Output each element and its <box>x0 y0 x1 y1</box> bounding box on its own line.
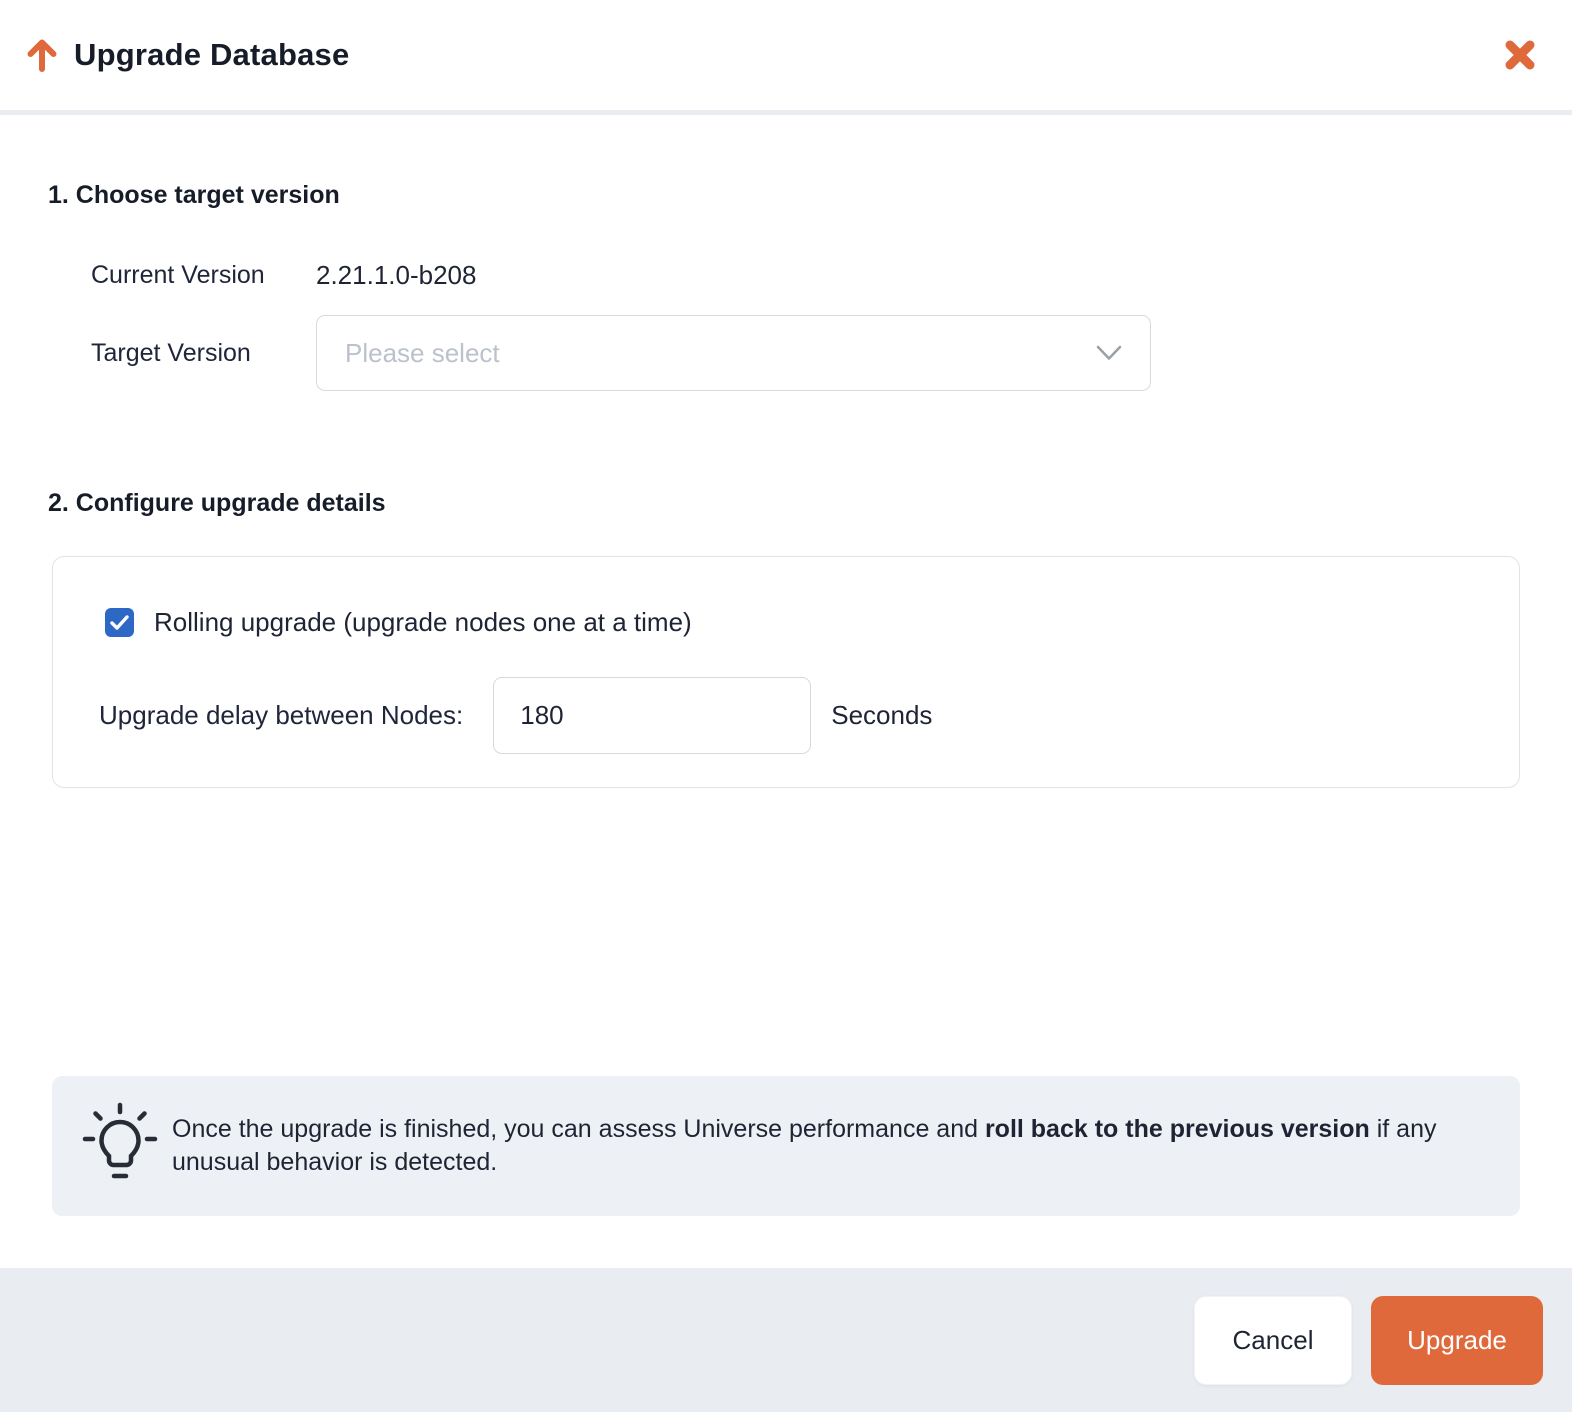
target-version-placeholder: Please select <box>345 338 1096 369</box>
modal-title: Upgrade Database <box>74 37 349 73</box>
upgrade-delay-input[interactable] <box>493 677 811 754</box>
cancel-button[interactable]: Cancel <box>1194 1296 1352 1385</box>
info-note-text: Once the upgrade is finished, you can as… <box>172 1113 1480 1179</box>
target-version-label: Target Version <box>52 339 316 368</box>
upgrade-config-card: Rolling upgrade (upgrade nodes one at a … <box>52 556 1520 788</box>
upgrade-button[interactable]: Upgrade <box>1371 1296 1543 1385</box>
current-version-label: Current Version <box>52 261 316 290</box>
upgrade-delay-label: Upgrade delay between Nodes: <box>99 700 463 731</box>
modal-footer: Cancel Upgrade <box>0 1268 1572 1412</box>
modal-body: 1. Choose target version Current Version… <box>0 115 1572 1268</box>
modal-header: Upgrade Database <box>0 0 1572 115</box>
upgrade-arrow-icon <box>22 35 62 75</box>
checkmark-icon <box>110 615 129 630</box>
target-version-row: Target Version Please select <box>52 315 1520 391</box>
chevron-down-icon <box>1096 345 1122 361</box>
target-version-select[interactable]: Please select <box>316 315 1151 391</box>
close-button[interactable] <box>1498 33 1542 77</box>
current-version-value: 2.21.1.0-b208 <box>316 260 476 291</box>
current-version-row: Current Version 2.21.1.0-b208 <box>52 260 1520 291</box>
section-heading-configure: 2. Configure upgrade details <box>48 489 1520 518</box>
info-note: Once the upgrade is finished, you can as… <box>52 1076 1520 1216</box>
info-note-text-bold: roll back to the previous version <box>985 1115 1370 1143</box>
info-note-text-before: Once the upgrade is finished, you can as… <box>172 1115 985 1143</box>
rolling-upgrade-label: Rolling upgrade (upgrade nodes one at a … <box>154 607 692 638</box>
upgrade-delay-row: Upgrade delay between Nodes: Seconds <box>105 677 1519 754</box>
upgrade-delay-unit: Seconds <box>831 700 932 731</box>
rolling-upgrade-checkbox[interactable] <box>105 608 134 637</box>
close-icon <box>1502 37 1538 73</box>
lightbulb-icon <box>78 1099 162 1193</box>
rolling-upgrade-row: Rolling upgrade (upgrade nodes one at a … <box>105 607 1519 638</box>
section-heading-choose-version: 1. Choose target version <box>48 181 1520 210</box>
